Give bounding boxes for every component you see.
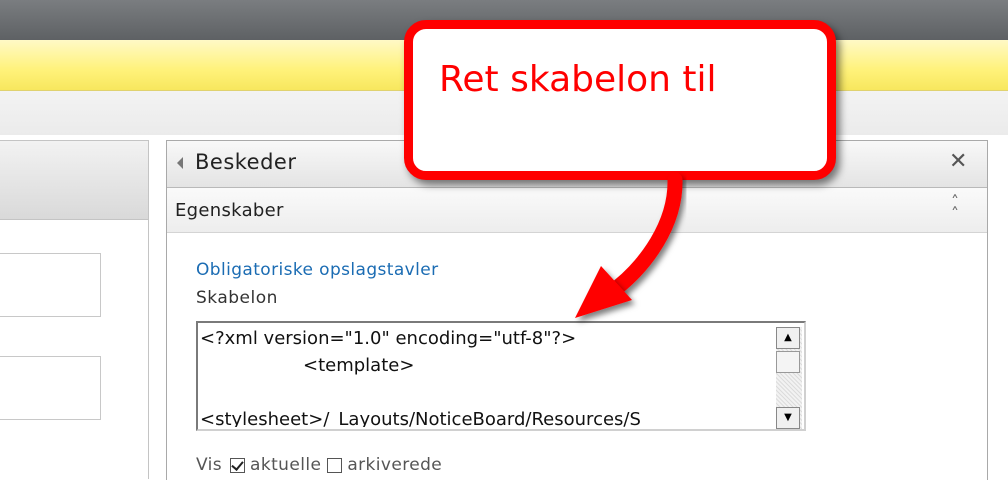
annotation-arrow: [575, 172, 683, 318]
